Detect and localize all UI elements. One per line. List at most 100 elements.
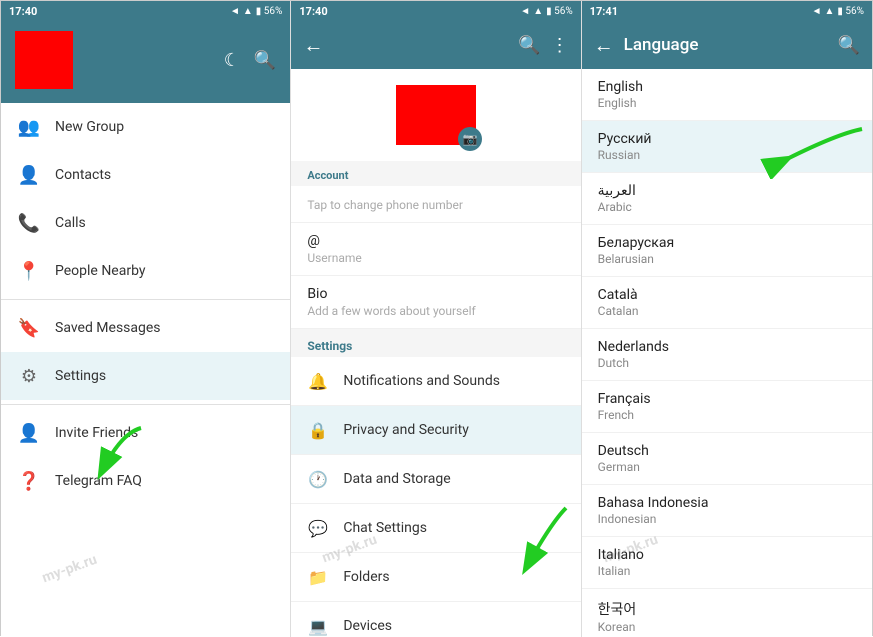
sidebar-label-contacts: Contacts xyxy=(55,167,111,183)
sidebar-item-contacts[interactable]: 👤 Contacts xyxy=(1,151,290,199)
folders-icon: 📁 xyxy=(307,566,329,588)
lang-native-catalan: Catalan xyxy=(598,304,856,318)
language-header: ← Language 🔍 xyxy=(582,21,872,69)
more-button-2[interactable]: ⋮ xyxy=(551,35,569,56)
time-2: 17:40 xyxy=(299,5,327,18)
lang-native-dutch: Dutch xyxy=(598,356,856,370)
signal-icon-3: ◄ xyxy=(812,6,822,17)
lang-item-german[interactable]: Deutsch German xyxy=(582,433,872,485)
lang-item-korean[interactable]: 한국어 Korean xyxy=(582,589,872,637)
lang-name-dutch: Nederlands xyxy=(598,339,856,355)
language-title: Language xyxy=(624,35,828,55)
sidebar-item-settings[interactable]: ⚙ Settings xyxy=(1,352,290,400)
lang-name-russian: Русский xyxy=(598,131,856,147)
battery-icon: ▮ 56% xyxy=(256,6,283,17)
language-list: English English Русский Russian العربية … xyxy=(582,69,872,637)
settings-icon: ⚙ xyxy=(17,364,41,388)
status-bar-3: 17:41 ◄ ▲ ▮ 56% xyxy=(582,1,872,21)
back-button-2[interactable]: ← xyxy=(303,33,323,58)
lang-item-indonesian[interactable]: Bahasa Indonesia Indonesian xyxy=(582,485,872,537)
battery-icon-2: ▮ 56% xyxy=(546,6,573,17)
lang-item-dutch[interactable]: Nederlands Dutch xyxy=(582,329,872,381)
devices-label: Devices xyxy=(343,618,392,634)
username-field[interactable]: @ Username xyxy=(291,223,580,276)
sidebar-label-calls: Calls xyxy=(55,215,86,231)
new-group-icon: 👥 xyxy=(17,115,41,139)
sidebar-profile-header: ☾ 🔍 xyxy=(1,21,290,103)
settings-item-notifications[interactable]: 🔔 Notifications and Sounds xyxy=(291,357,580,406)
bio-label: Bio xyxy=(307,286,564,302)
battery-icon-3: ▮ 56% xyxy=(837,6,864,17)
lang-item-russian[interactable]: Русский Russian xyxy=(582,121,872,173)
username-hint: Username xyxy=(307,251,564,265)
lang-native-indonesian: Indonesian xyxy=(598,512,856,526)
lang-name-french: Français xyxy=(598,391,856,407)
status-bar-2: 17:40 ◄ ▲ ▮ 56% xyxy=(291,1,580,21)
menu-list: 👥 New Group 👤 Contacts 📞 Calls 📍 People … xyxy=(1,103,290,505)
profile-avatar-wrap: 📷 xyxy=(396,85,476,145)
lang-item-english[interactable]: English English xyxy=(582,69,872,121)
lang-native-italian: Italian xyxy=(598,564,856,578)
sidebar-label-people-nearby: People Nearby xyxy=(55,263,146,279)
phone-hint: Tap to change phone number xyxy=(307,198,564,212)
time-3: 17:41 xyxy=(590,5,618,18)
username-at: @ xyxy=(307,233,564,249)
lang-name-german: Deutsch xyxy=(598,443,856,459)
lang-name-korean: 한국어 xyxy=(598,599,856,619)
contacts-icon: 👤 xyxy=(17,163,41,187)
bio-field[interactable]: Bio Add a few words about yourself xyxy=(291,276,580,329)
status-bar-1: 17:40 ◄ ▲ ▮ 56% xyxy=(1,1,290,21)
search-icon[interactable]: 🔍 xyxy=(254,50,276,71)
language-panel: 17:41 ◄ ▲ ▮ 56% ← Language 🔍 English Eng… xyxy=(582,1,872,637)
settings-item-privacy[interactable]: 🔒 Privacy and Security xyxy=(291,406,580,455)
privacy-label: Privacy and Security xyxy=(343,422,469,438)
menu-divider-2 xyxy=(1,404,290,405)
data-label: Data and Storage xyxy=(343,471,450,487)
sidebar-item-calls[interactable]: 📞 Calls xyxy=(1,199,290,247)
people-nearby-icon: 📍 xyxy=(17,259,41,283)
watermark-1: my-pk.ru xyxy=(40,552,99,587)
sidebar-item-invite-friends[interactable]: 👤 Invite Friends xyxy=(1,409,290,457)
lang-native-english: English xyxy=(598,96,856,110)
signal-icon-2: ◄ xyxy=(520,6,530,17)
settings-item-chat[interactable]: 💬 Chat Settings xyxy=(291,504,580,553)
settings-item-data[interactable]: 🕐 Data and Storage xyxy=(291,455,580,504)
sidebar-item-telegram-faq[interactable]: ❓ Telegram FAQ xyxy=(1,457,290,505)
sidebar-item-saved-messages[interactable]: 🔖 Saved Messages xyxy=(1,304,290,352)
time-1: 17:40 xyxy=(9,5,37,18)
settings-item-folders[interactable]: 📁 Folders xyxy=(291,553,580,602)
calls-icon: 📞 xyxy=(17,211,41,235)
search-button-3[interactable]: 🔍 xyxy=(838,35,860,56)
night-mode-icon[interactable]: ☾ xyxy=(224,50,240,71)
invite-icon: 👤 xyxy=(17,421,41,445)
lang-native-belarusian: Belarusian xyxy=(598,252,856,266)
back-button-3[interactable]: ← xyxy=(594,33,614,58)
lang-item-italian[interactable]: Italiano Italian xyxy=(582,537,872,589)
lang-name-indonesian: Bahasa Indonesia xyxy=(598,495,856,511)
camera-button[interactable]: 📷 xyxy=(458,127,482,151)
settings-item-devices[interactable]: 💻 Devices xyxy=(291,602,580,637)
status-icons-1: ◄ ▲ ▮ 56% xyxy=(230,6,282,17)
saved-messages-icon: 🔖 xyxy=(17,316,41,340)
sidebar-item-people-nearby[interactable]: 📍 People Nearby xyxy=(1,247,290,295)
folders-label: Folders xyxy=(343,569,389,585)
chat-icon: 💬 xyxy=(307,517,329,539)
sidebar-panel: 17:40 ◄ ▲ ▮ 56% ☾ 🔍 👥 New Group 👤 Contac… xyxy=(1,1,291,637)
lang-native-russian: Russian xyxy=(598,148,856,162)
sidebar-label-saved-messages: Saved Messages xyxy=(55,320,161,336)
search-button-2[interactable]: 🔍 xyxy=(518,35,540,56)
lang-item-arabic[interactable]: العربية Arabic xyxy=(582,173,872,225)
wifi-icon-2: ▲ xyxy=(533,6,543,17)
lang-item-catalan[interactable]: Català Catalan xyxy=(582,277,872,329)
wifi-icon: ▲ xyxy=(243,6,253,17)
lang-item-french[interactable]: Français French xyxy=(582,381,872,433)
phone-field[interactable]: Tap to change phone number xyxy=(291,186,580,223)
bio-hint: Add a few words about yourself xyxy=(307,304,564,318)
profile-avatar xyxy=(15,31,73,89)
settings-panel: 17:40 ◄ ▲ ▮ 56% ← 🔍 ⋮ 📷 Account Tap to c… xyxy=(291,1,581,637)
language-list-container: English English Русский Russian العربية … xyxy=(582,69,872,637)
sidebar-item-new-group[interactable]: 👥 New Group xyxy=(1,103,290,151)
lang-name-catalan: Català xyxy=(598,287,856,303)
lang-item-belarusian[interactable]: Беларуская Belarusian xyxy=(582,225,872,277)
lang-native-korean: Korean xyxy=(598,620,856,634)
